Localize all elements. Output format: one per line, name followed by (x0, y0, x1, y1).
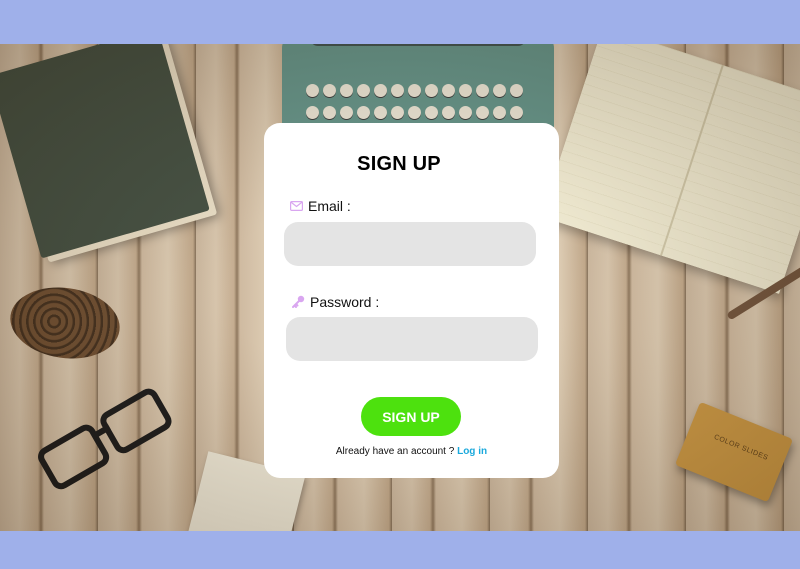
key-icon (292, 295, 305, 308)
password-label: Password : (310, 294, 380, 310)
top-band (0, 0, 800, 44)
form-title: SIGN UP (357, 153, 441, 175)
notebook-image (541, 44, 800, 294)
password-field[interactable] (286, 317, 538, 361)
book-image (0, 44, 210, 259)
email-field[interactable] (284, 222, 536, 266)
login-prompt: Already have an account ? Log in (264, 446, 559, 457)
color-slides-box: COLOR SLIDES (674, 401, 794, 503)
bottom-band (0, 531, 800, 569)
signup-card: SIGN UP Email : Password : SIGN UP Alrea… (264, 123, 559, 478)
glasses-image (29, 374, 190, 513)
color-slides-text: COLOR SLIDES (712, 433, 770, 462)
pinecone-image (5, 280, 125, 366)
pencil-image (726, 255, 800, 321)
password-label-row: Password : (291, 294, 379, 310)
login-prompt-text: Already have an account ? (335, 446, 455, 457)
signup-button[interactable]: SIGN UP (361, 397, 461, 436)
email-label: Email : (308, 198, 351, 214)
email-label-row: Email : (290, 198, 351, 214)
envelope-icon (290, 201, 303, 211)
login-link[interactable]: Log in (457, 446, 487, 457)
